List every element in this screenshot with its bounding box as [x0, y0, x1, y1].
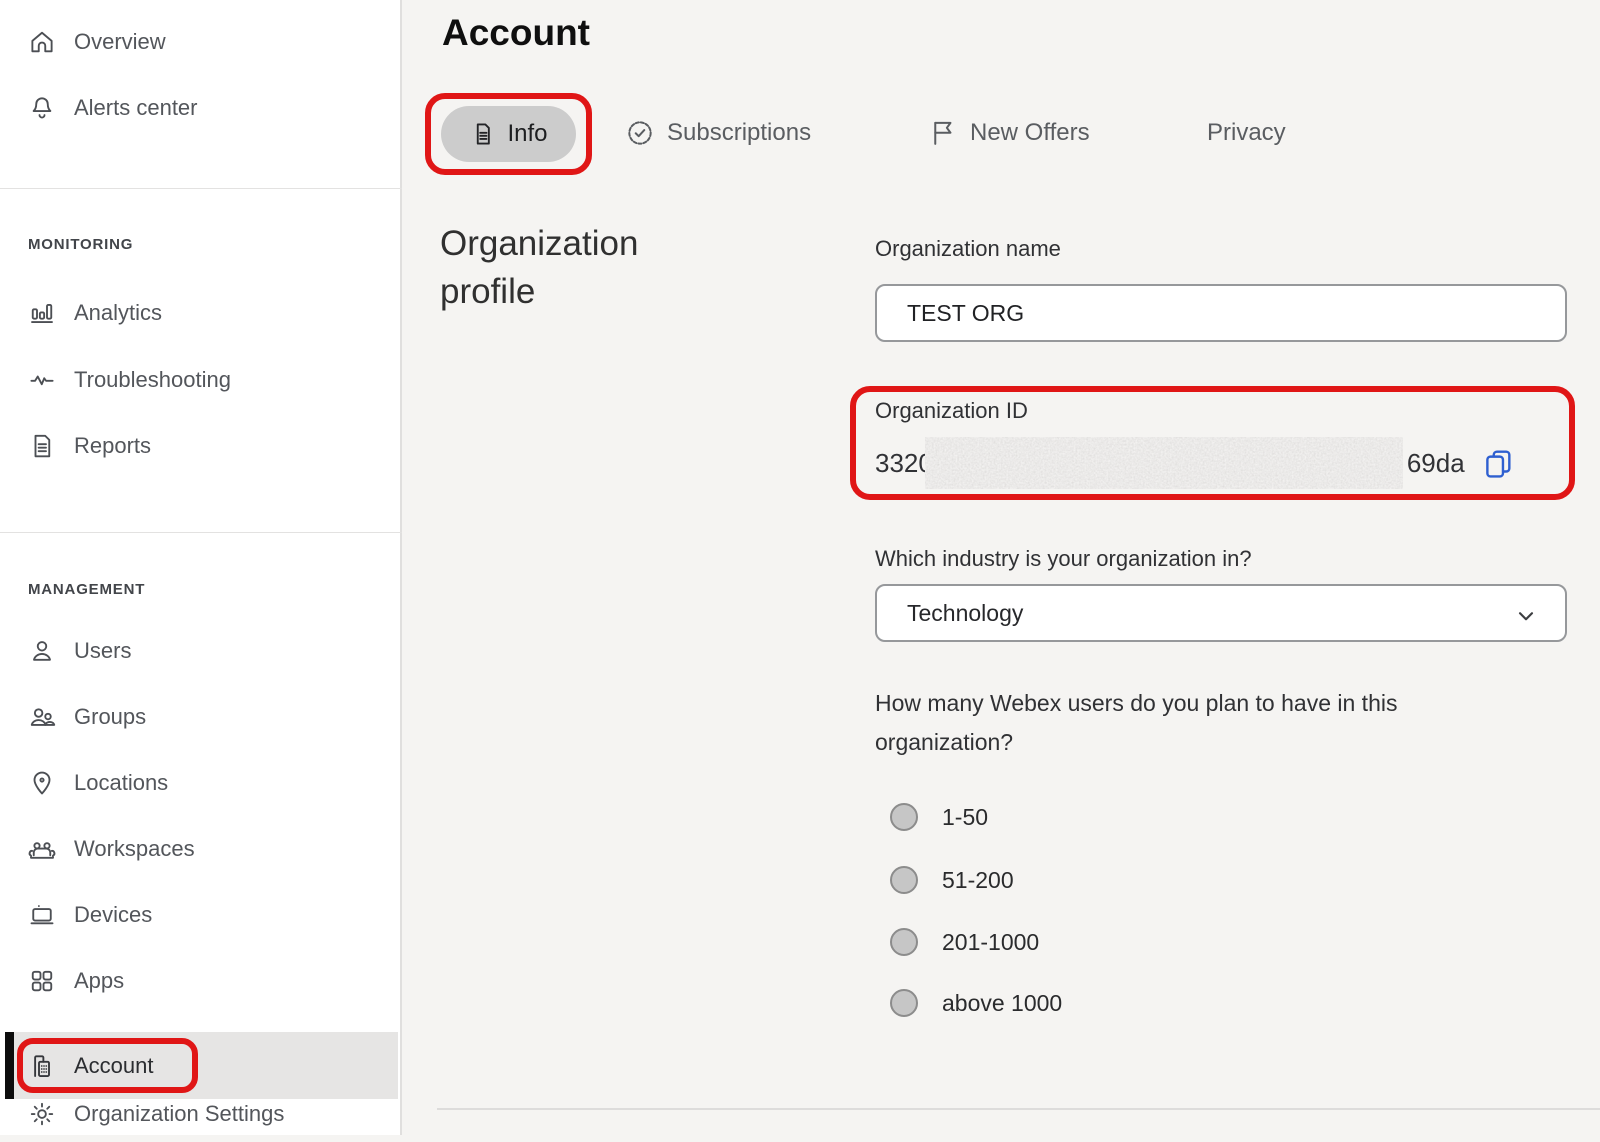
sidebar-item-label: Locations — [74, 770, 168, 796]
tab-label: New Offers — [970, 119, 1090, 147]
radio-label: 51-200 — [942, 867, 1014, 894]
sidebar-item-label: Analytics — [74, 300, 162, 326]
tab-label: Info — [507, 120, 547, 148]
org-name-label: Organization name — [875, 236, 1061, 262]
location-pin-icon — [27, 768, 57, 798]
sidebar-item-groups[interactable]: Groups — [0, 689, 400, 745]
radio-button[interactable] — [890, 803, 918, 831]
radio-button[interactable] — [890, 866, 918, 894]
workspaces-icon — [27, 834, 57, 864]
radio-option-above-1000[interactable]: above 1000 — [875, 975, 1062, 1031]
sidebar-divider — [0, 532, 402, 533]
sidebar-item-label: Organization Settings — [74, 1101, 284, 1127]
radio-label: above 1000 — [942, 990, 1062, 1017]
main-content: Account Info Subscriptions New Offers Pr… — [402, 0, 1600, 1135]
sidebar-item-troubleshooting[interactable]: Troubleshooting — [0, 352, 400, 408]
sidebar-item-overview[interactable]: Overview — [0, 14, 400, 70]
sidebar: Overview Alerts center MONITORING Analyt… — [0, 0, 402, 1135]
pulse-icon — [27, 365, 57, 395]
sidebar-item-label: Overview — [74, 29, 166, 55]
seal-check-icon — [624, 117, 656, 149]
tab-privacy[interactable]: Privacy — [1207, 103, 1286, 163]
bar-chart-icon — [27, 298, 57, 328]
tab-new-offers[interactable]: New Offers — [927, 103, 1090, 163]
sidebar-item-devices[interactable]: Devices — [0, 887, 400, 943]
industry-label: Which industry is your organization in? — [875, 546, 1252, 572]
user-count-question: How many Webex users do you plan to have… — [875, 684, 1535, 762]
sidebar-item-locations[interactable]: Locations — [0, 755, 400, 811]
home-icon — [27, 27, 57, 57]
sidebar-divider — [0, 188, 402, 189]
user-icon — [27, 636, 57, 666]
section-title-organization-profile: Organization profile — [440, 220, 720, 316]
org-name-input[interactable] — [875, 284, 1567, 342]
sidebar-item-reports[interactable]: Reports — [0, 418, 400, 474]
sidebar-item-label: Workspaces — [74, 836, 195, 862]
sidebar-item-label: Account — [74, 1053, 154, 1079]
bell-icon — [27, 93, 57, 123]
tab-label: Subscriptions — [667, 119, 811, 147]
copy-icon[interactable] — [1481, 444, 1515, 482]
chevron-down-icon — [1513, 603, 1539, 629]
tab-label: Privacy — [1207, 119, 1286, 147]
radio-button[interactable] — [890, 989, 918, 1017]
org-id-value-row: 3320 69da — [875, 434, 1515, 492]
sidebar-section-management: MANAGEMENT — [28, 581, 145, 598]
info-doc-icon — [469, 120, 497, 148]
sidebar-item-organization-settings[interactable]: Organization Settings — [0, 1086, 400, 1142]
page-title: Account — [442, 12, 590, 54]
org-id-suffix: 69da — [1407, 448, 1465, 479]
sidebar-item-analytics[interactable]: Analytics — [0, 285, 400, 341]
flag-icon — [927, 117, 959, 149]
radio-label: 201-1000 — [942, 929, 1039, 956]
tab-info[interactable]: Info — [441, 106, 576, 162]
annotation-info-tab: Info — [425, 93, 592, 175]
sidebar-item-label: Reports — [74, 433, 151, 459]
radio-label: 1-50 — [942, 804, 988, 831]
sidebar-item-label: Groups — [74, 704, 146, 730]
report-icon — [27, 431, 57, 461]
sidebar-item-label: Troubleshooting — [74, 367, 231, 393]
tab-subscriptions[interactable]: Subscriptions — [624, 103, 811, 163]
industry-select[interactable]: Technology — [875, 584, 1567, 642]
sidebar-item-label: Alerts center — [74, 95, 198, 121]
radio-option-201-1000[interactable]: 201-1000 — [875, 914, 1039, 970]
radio-option-1-50[interactable]: 1-50 — [875, 789, 988, 845]
device-icon — [27, 900, 57, 930]
sidebar-item-apps[interactable]: Apps — [0, 953, 400, 1009]
groups-icon — [27, 702, 57, 732]
sidebar-item-alerts-center[interactable]: Alerts center — [0, 80, 400, 136]
redaction-blur — [925, 437, 1403, 489]
industry-selected-value: Technology — [877, 600, 1023, 627]
sidebar-item-users[interactable]: Users — [0, 623, 400, 679]
radio-option-51-200[interactable]: 51-200 — [875, 852, 1014, 908]
account-building-icon — [27, 1051, 57, 1081]
section-divider — [437, 1108, 1600, 1110]
apps-grid-icon — [27, 966, 57, 996]
gear-icon — [27, 1099, 57, 1129]
sidebar-item-label: Apps — [74, 968, 124, 994]
org-id-label: Organization ID — [875, 398, 1028, 424]
sidebar-item-label: Devices — [74, 902, 152, 928]
sidebar-section-monitoring: MONITORING — [28, 236, 133, 253]
sidebar-item-workspaces[interactable]: Workspaces — [0, 821, 400, 877]
radio-button[interactable] — [890, 928, 918, 956]
sidebar-item-label: Users — [74, 638, 131, 664]
